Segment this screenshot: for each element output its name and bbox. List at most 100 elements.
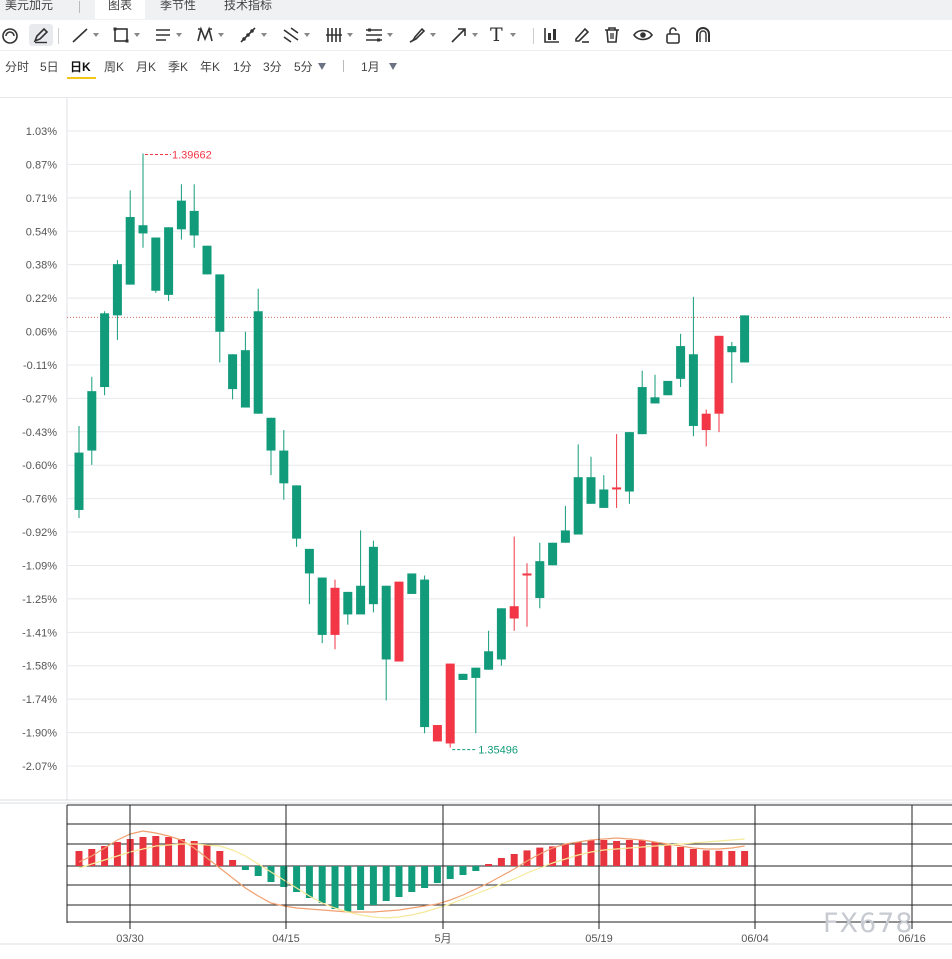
- candle-body: [138, 225, 148, 234]
- y-tick-label: -1.25%: [22, 594, 57, 606]
- candle-body: [202, 245, 212, 275]
- candlestick: [701, 409, 711, 447]
- y-tick-label: -1.74%: [22, 694, 57, 706]
- candlestick: [368, 540, 378, 613]
- candlestick: [202, 245, 212, 275]
- candle-body: [560, 530, 570, 543]
- candle-body: [548, 542, 558, 566]
- candle-body: [535, 561, 545, 599]
- macd-bar: [741, 851, 749, 866]
- candlestick: [228, 354, 238, 400]
- candlestick: [509, 536, 519, 631]
- candle-body: [445, 663, 455, 744]
- low-price-label: 1.35496: [478, 745, 518, 757]
- candle-body: [714, 335, 724, 414]
- macd-bar: [664, 844, 672, 866]
- macd-bar: [472, 866, 480, 871]
- candle-body: [253, 311, 263, 414]
- candlestick: [548, 542, 558, 566]
- candlestick: [74, 425, 84, 519]
- macd-bar: [331, 866, 339, 909]
- candle-body: [87, 391, 97, 451]
- candle-body: [381, 585, 391, 660]
- candle-body: [228, 354, 238, 390]
- candlestick: [407, 573, 417, 594]
- candle-body: [663, 380, 673, 396]
- candle-body: [292, 485, 302, 539]
- candlestick: [650, 374, 660, 404]
- y-tick-label: 0.71%: [26, 193, 57, 205]
- candlestick: [688, 296, 698, 437]
- macd-bar: [165, 837, 173, 866]
- candlestick: [420, 575, 430, 734]
- y-tick-label: 0.22%: [26, 293, 57, 305]
- candle-body: [676, 346, 686, 379]
- candle-body: [151, 237, 161, 291]
- macd-bar: [395, 866, 403, 897]
- candle-body: [458, 673, 468, 680]
- candle-body: [125, 217, 135, 285]
- macd-bar: [536, 847, 544, 866]
- y-tick-label: 0.06%: [26, 327, 57, 339]
- candle-body: [727, 346, 737, 353]
- watermark: FX678: [823, 908, 914, 939]
- x-tick-label: 04/15: [272, 933, 300, 945]
- high-price-label: 1.39662: [172, 150, 212, 162]
- macd-bar: [677, 847, 685, 866]
- candle-body: [573, 477, 583, 535]
- candlestick: [381, 585, 391, 701]
- macd-bar: [305, 866, 313, 898]
- y-tick-label: -2.07%: [22, 761, 57, 773]
- candlestick: [612, 434, 622, 508]
- macd-bar: [421, 866, 429, 888]
- macd-bar: [433, 866, 441, 883]
- macd-bar: [113, 842, 121, 866]
- candlestick: [304, 548, 314, 605]
- macd-bar: [510, 854, 518, 866]
- macd-bar: [75, 851, 83, 866]
- y-tick-label: 0.87%: [26, 159, 57, 171]
- candle-body: [688, 354, 698, 426]
- candlestick: [573, 444, 583, 535]
- macd-bar: [216, 851, 224, 866]
- candlestick: [151, 237, 161, 293]
- candle-body: [330, 587, 340, 635]
- candle-body: [701, 413, 711, 431]
- candle-body: [432, 725, 442, 742]
- macd-bar: [689, 849, 697, 866]
- candle-body: [317, 577, 327, 635]
- candle-body: [215, 274, 225, 332]
- candle-body: [650, 397, 660, 404]
- candle-body: [189, 210, 199, 236]
- candle-body: [266, 417, 276, 451]
- candle-body: [112, 264, 122, 316]
- candlestick: [676, 333, 686, 388]
- macd-bar: [497, 858, 505, 866]
- candle-body: [368, 546, 378, 605]
- candle-body: [304, 548, 314, 574]
- candlestick: [189, 184, 199, 248]
- candle-body: [612, 487, 622, 490]
- candle-body: [509, 606, 519, 619]
- candlestick: [471, 667, 481, 734]
- y-tick-label: -0.11%: [23, 360, 57, 372]
- macd-bar: [152, 836, 160, 866]
- candle-body: [100, 313, 110, 388]
- x-tick-label: 03/30: [116, 933, 144, 945]
- candle-body: [279, 450, 289, 484]
- price-chart[interactable]: 1.03% 0.87% 0.71% 0.54% 0.38% 0.22% 0.06% -0.11…: [0, 0, 952, 959]
- macd-bar: [561, 844, 569, 866]
- candle-body: [599, 489, 609, 508]
- candlestick: [432, 725, 442, 742]
- candle-body: [240, 350, 250, 408]
- candlestick: [599, 475, 609, 508]
- candle-body: [471, 667, 481, 678]
- candle-body: [176, 200, 186, 230]
- candlestick: [343, 591, 353, 625]
- y-tick-label: -0.27%: [22, 393, 57, 405]
- candlestick: [727, 341, 737, 383]
- macd-bar: [459, 866, 467, 875]
- candlestick: [125, 190, 135, 285]
- candlestick: [253, 288, 263, 414]
- candle-body: [637, 387, 647, 435]
